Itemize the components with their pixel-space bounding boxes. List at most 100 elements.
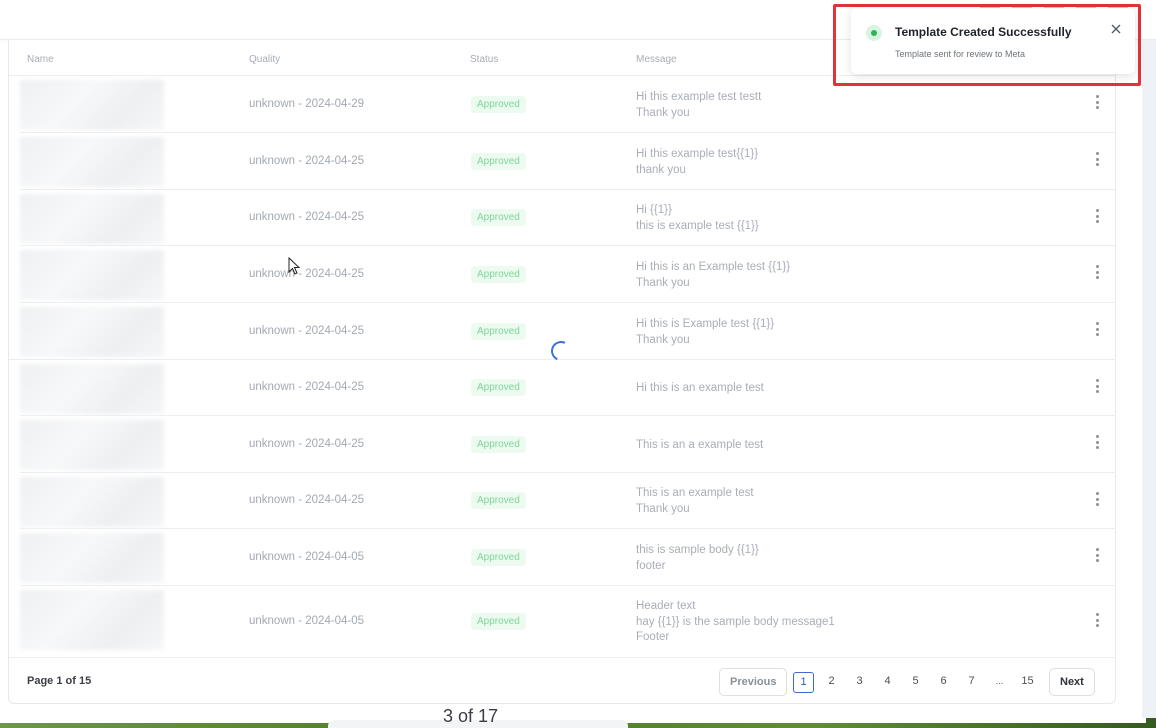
status-badge: Approved	[471, 492, 526, 509]
template-name-redacted	[20, 250, 164, 300]
status-badge: Approved	[471, 323, 526, 340]
message-line: Hi this is Example test {{1}}	[636, 318, 775, 330]
table-row[interactable]: unknown - 2024-04-25 Approved Hi {{1}} t…	[20, 190, 1116, 246]
row-actions-menu-icon[interactable]	[1087, 319, 1107, 339]
close-icon[interactable]	[1109, 22, 1123, 36]
message-line: Thank you	[636, 106, 690, 119]
message-line: this is example test {{1}}	[636, 219, 759, 232]
message-line: Hi this is an example test	[636, 382, 764, 394]
template-name-redacted	[20, 420, 164, 470]
table-row[interactable]: unknown - 2024-04-05 Approved Header tex…	[20, 586, 1116, 657]
quality-cell: unknown - 2024-04-05	[249, 615, 365, 627]
message-line: Thank you	[636, 333, 690, 346]
message-cell: This is an a example test	[636, 438, 763, 454]
message-line: Thank you	[636, 502, 690, 515]
status-badge: Approved	[471, 379, 526, 396]
message-line: this is sample body {{1}}	[636, 544, 759, 556]
template-name-redacted	[20, 533, 164, 583]
page-button-1[interactable]: 1	[793, 672, 814, 693]
column-header-message[interactable]: Message	[636, 54, 677, 65]
previous-button[interactable]: Previous	[719, 668, 788, 696]
status-badge: Approved	[471, 96, 526, 113]
table-row[interactable]: unknown - 2024-04-25 Approved Hi this ex…	[20, 133, 1116, 190]
page-button-15[interactable]: 15	[1017, 672, 1038, 693]
row-actions-menu-icon[interactable]	[1087, 432, 1107, 452]
status-badge: Approved	[471, 153, 526, 170]
quality-cell: unknown - 2024-04-25	[249, 268, 365, 280]
quality-cell: unknown - 2024-04-05	[249, 551, 365, 563]
page-counter: 3 of 17	[443, 706, 499, 726]
message-cell: Hi this is an Example test {{1}} Thank y…	[636, 260, 790, 291]
table-row[interactable]: unknown - 2024-04-25 Approved Hi this is…	[20, 246, 1116, 303]
quality-cell: unknown - 2024-04-25	[249, 438, 365, 450]
template-name-redacted	[20, 80, 164, 130]
message-cell: Header text hay {{1}} is the sample body…	[636, 599, 835, 646]
message-cell: this is sample body {{1}} footer	[636, 543, 759, 574]
message-line: Hi {{1}}	[636, 204, 672, 216]
table-row[interactable]: unknown - 2024-04-05 Approved this is sa…	[20, 529, 1116, 586]
next-button[interactable]: Next	[1049, 668, 1095, 696]
status-badge: Approved	[471, 266, 526, 283]
toast-notification: Template Created Successfully Template s…	[851, 8, 1135, 74]
message-line: thank you	[636, 163, 686, 176]
column-header-status[interactable]: Status	[470, 54, 498, 65]
toast-title: Template Created Successfully	[895, 25, 1072, 39]
right-gutter	[1142, 40, 1156, 728]
row-actions-menu-icon[interactable]	[1087, 206, 1107, 226]
row-actions-menu-icon[interactable]	[1087, 262, 1107, 282]
quality-cell: unknown - 2024-04-25	[249, 494, 365, 506]
row-actions-menu-icon[interactable]	[1087, 149, 1107, 169]
table-row[interactable]: unknown - 2024-04-25 Approved Hi this is…	[20, 360, 1116, 416]
quality-cell: unknown - 2024-04-25	[249, 325, 365, 337]
quality-cell: unknown - 2024-04-29	[249, 98, 365, 110]
page-button-3[interactable]: 3	[849, 672, 870, 693]
row-actions-menu-icon[interactable]	[1087, 489, 1107, 509]
message-line: Thank you	[636, 276, 690, 289]
page-ellipsis: ...	[995, 676, 1004, 686]
template-name-redacted	[20, 307, 164, 357]
quality-cell: unknown - 2024-04-25	[249, 155, 365, 167]
page-button-7[interactable]: 7	[961, 672, 982, 693]
column-header-name[interactable]: Name	[27, 54, 54, 65]
page-button-6[interactable]: 6	[933, 672, 954, 693]
page-button-4[interactable]: 4	[877, 672, 898, 693]
message-cell: Hi this is Example test {{1}} Thank you	[636, 317, 774, 348]
message-cell: Hi this example test testt Thank you	[636, 90, 761, 121]
success-globe-icon	[866, 25, 882, 41]
quality-cell: unknown - 2024-04-25	[249, 211, 365, 223]
message-line: Header text	[636, 600, 696, 612]
page-button-2[interactable]: 2	[821, 672, 842, 693]
status-badge: Approved	[471, 436, 526, 453]
message-cell: Hi this is an example test	[636, 381, 764, 397]
column-header-quality[interactable]: Quality	[249, 54, 280, 65]
message-line: Hi this example test testt	[636, 91, 762, 103]
template-name-redacted	[20, 590, 164, 650]
toast-subtitle: Template sent for review to Meta	[895, 49, 1026, 59]
templates-table-card: Name Quality Status Message unknown - 20…	[8, 40, 1116, 704]
message-line: footer	[636, 559, 666, 572]
status-badge: Approved	[471, 549, 526, 566]
message-cell: Hi {{1}} this is example test {{1}}	[636, 203, 759, 234]
quality-cell: unknown - 2024-04-25	[249, 381, 365, 393]
status-badge: Approved	[471, 209, 526, 226]
row-actions-menu-icon[interactable]	[1087, 376, 1107, 396]
template-name-redacted	[20, 477, 164, 527]
page-indicator: Page 1 of 15	[27, 675, 92, 687]
template-name-redacted	[20, 137, 164, 187]
row-actions-menu-icon[interactable]	[1087, 92, 1107, 112]
template-name-redacted	[20, 364, 164, 414]
page-button-5[interactable]: 5	[905, 672, 926, 693]
message-cell: This is an example test Thank you	[636, 486, 754, 517]
message-cell: Hi this example test{{1}} thank you	[636, 147, 758, 178]
table-row[interactable]: unknown - 2024-04-25 Approved This is an…	[20, 473, 1116, 529]
message-line: Hi this is an Example test {{1}}	[636, 261, 791, 273]
message-line: This is an example test	[636, 487, 754, 499]
row-actions-menu-icon[interactable]	[1087, 545, 1107, 565]
message-line: Hi this example test{{1}}	[636, 148, 759, 160]
message-line: hay {{1}} is the sample body message1	[636, 615, 835, 628]
table-row[interactable]: unknown - 2024-04-25 Approved This is an…	[20, 416, 1116, 473]
message-line: Footer	[636, 631, 670, 643]
message-line: This is an a example test	[636, 439, 764, 451]
row-actions-menu-icon[interactable]	[1087, 610, 1107, 630]
status-badge: Approved	[471, 613, 526, 630]
